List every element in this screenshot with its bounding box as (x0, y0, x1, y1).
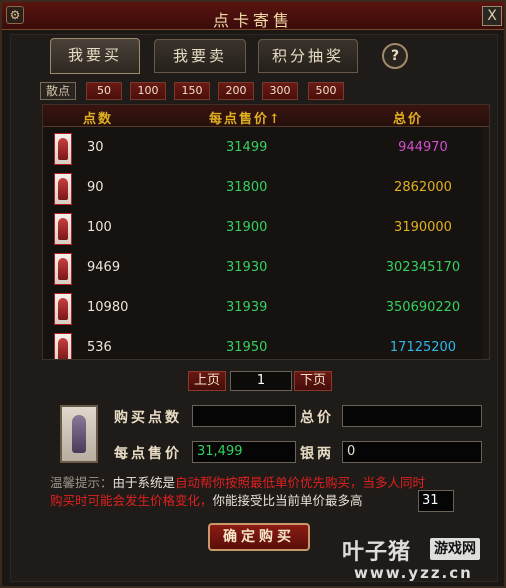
point-card-icon (54, 213, 72, 245)
table-row[interactable]: 536 31950 17125200 (43, 329, 489, 359)
filter-100-button[interactable]: 100 (130, 82, 166, 100)
scrollbar[interactable] (483, 127, 489, 359)
window-title: 点卡寄售 (212, 11, 293, 30)
silver-label: 银两 (300, 446, 334, 462)
watermark-brand: 叶子猪 (342, 540, 412, 565)
total-field (342, 405, 482, 427)
point-card-icon (54, 293, 72, 325)
filter-150-button[interactable]: 150 (174, 82, 210, 100)
table-row[interactable]: 30 31499 944970 (43, 129, 489, 169)
row-total: 350690220 (385, 300, 461, 315)
tip-warning-1: 自动帮你按照最低单价优先购买，当多人同时 (175, 475, 426, 490)
row-points: 30 (87, 140, 104, 155)
tip-warning-2: 购买时可能会发生价格变化， (50, 493, 213, 508)
row-points: 100 (87, 220, 112, 235)
buy-points-label: 购买点数 (114, 410, 182, 426)
header-points[interactable]: 点数 (83, 108, 113, 127)
unit-price-field: 31,499 (192, 441, 296, 463)
close-button[interactable]: X (482, 6, 502, 26)
tip-prefix: 温馨提示： (50, 475, 113, 490)
listing-table: 点数 每点售价↑ 总价 30 31499 944970 90 31800 2862000 1… (42, 104, 490, 360)
row-unit-price: 31499 (226, 140, 268, 155)
point-card-icon (54, 173, 72, 205)
row-total: 2862000 (394, 180, 452, 195)
prev-page-button[interactable]: 上页 (188, 371, 226, 391)
row-points: 536 (87, 340, 112, 355)
tab-buy[interactable]: 我要买 (50, 38, 140, 74)
table-row[interactable]: 100 31900 3190000 (43, 209, 489, 249)
table-row[interactable]: 10980 31939 350690220 (43, 289, 489, 329)
row-unit-price: 31930 (226, 260, 268, 275)
tab-sell[interactable]: 我要卖 (154, 39, 246, 73)
filter-50-button[interactable]: 50 (86, 82, 122, 100)
point-card-icon (54, 133, 72, 165)
item-portrait (60, 405, 98, 463)
filter-200-button[interactable]: 200 (218, 82, 254, 100)
filter-500-button[interactable]: 500 (308, 82, 344, 100)
row-total: 3190000 (394, 220, 452, 235)
unit-price-label: 每点售价 (114, 446, 182, 462)
filter-300-button[interactable]: 300 (262, 82, 298, 100)
total-label: 总价 (300, 410, 334, 426)
row-total: 944970 (398, 140, 448, 155)
title-bar: ⚙ 点卡寄售 X (2, 2, 504, 30)
watermark-badge: 游戏网 (430, 538, 480, 560)
tip-part2: 你能接受比当前单价最多高 (212, 493, 363, 508)
row-total: 17125200 (389, 340, 457, 355)
row-unit-price: 31950 (226, 340, 268, 355)
buy-points-input[interactable] (192, 405, 296, 427)
page-number-field[interactable]: 1 (230, 371, 292, 391)
header-price[interactable]: 每点售价↑ (209, 108, 282, 127)
point-card-icon (54, 253, 72, 285)
row-unit-price: 31800 (226, 180, 268, 195)
help-icon[interactable]: ? (382, 43, 408, 69)
consignment-window: ⚙ 点卡寄售 X 我要买 我要卖 积分抽奖 ? 散点 50 100 150 20… (0, 0, 506, 588)
tab-lottery[interactable]: 积分抽奖 (258, 39, 358, 73)
next-page-button[interactable]: 下页 (294, 371, 332, 391)
table-row[interactable]: 9469 31930 302345170 (43, 249, 489, 289)
row-points: 10980 (87, 300, 129, 315)
watermark-url: www.yzz.cn (354, 564, 473, 582)
row-points: 9469 (87, 260, 121, 275)
silver-field: 0 (342, 441, 482, 463)
max-price-input[interactable]: 31 (418, 490, 454, 512)
row-unit-price: 31939 (226, 300, 268, 315)
confirm-buy-button[interactable]: 确定购买 (208, 523, 310, 551)
point-card-icon (54, 333, 72, 359)
table-row[interactable]: 90 31800 2862000 (43, 169, 489, 209)
site-watermark: 叶子猪 游戏网 www.yzz.cn (342, 534, 502, 584)
header-total[interactable]: 总价 (393, 108, 423, 127)
row-total: 302345170 (385, 260, 461, 275)
filter-label: 散点 (40, 82, 76, 100)
table-header: 点数 每点售价↑ 总价 (43, 105, 489, 127)
row-unit-price: 31900 (226, 220, 268, 235)
tip-part1: 由于系统是 (112, 475, 176, 490)
row-points: 90 (87, 180, 104, 195)
